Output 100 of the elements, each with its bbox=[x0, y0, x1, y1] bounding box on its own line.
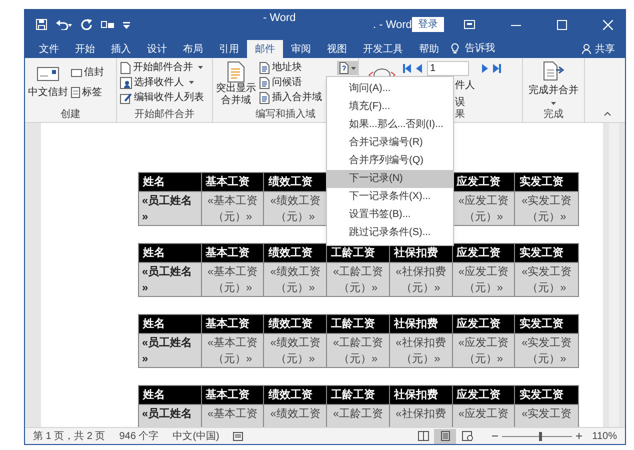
cell-text: «社保扣费 bbox=[396, 336, 446, 351]
ribbon-button[interactable]: 问候语 bbox=[272, 75, 302, 90]
menu-item[interactable]: 设置书签(B)... bbox=[327, 206, 453, 224]
table-header-cell: 实发工资 bbox=[515, 244, 578, 262]
menu-item[interactable]: 填充(F)... bbox=[327, 98, 453, 116]
cell-text: （元）» bbox=[213, 352, 252, 367]
ribbon-button[interactable]: 选择收件人 bbox=[134, 75, 184, 90]
ribbon-tab[interactable]: 设计 bbox=[139, 40, 175, 58]
ribbon-button[interactable]: 插入合并域 bbox=[272, 90, 322, 105]
redo-icon[interactable] bbox=[81, 19, 92, 30]
last-record-icon[interactable] bbox=[493, 64, 501, 73]
ribbon-display-icon[interactable] bbox=[464, 20, 475, 29]
caret-icon[interactable] bbox=[198, 66, 203, 69]
ribbon-tab[interactable]: 帮助 bbox=[411, 40, 447, 58]
page-count[interactable]: 第 1 页，共 2 页 bbox=[33, 428, 106, 444]
envelope-icon[interactable] bbox=[71, 68, 82, 76]
cell-text: （元）» bbox=[527, 281, 566, 296]
document-icon[interactable] bbox=[259, 92, 270, 104]
language[interactable]: 中文(中国) bbox=[172, 428, 220, 444]
table-header-cell: 绩效工资 bbox=[264, 386, 326, 404]
cell-text: （元）» bbox=[464, 352, 504, 367]
menu-item[interactable]: 询问(A)... bbox=[327, 80, 453, 98]
zoom-out-icon[interactable] bbox=[492, 433, 498, 439]
document-icon[interactable] bbox=[226, 61, 246, 83]
edit-list-icon[interactable] bbox=[120, 92, 132, 104]
menu-item[interactable]: 下一记录条件(X)... bbox=[327, 188, 453, 206]
ribbon-button[interactable]: 开始邮件合并 bbox=[133, 60, 193, 75]
ribbon-button[interactable]: 误 bbox=[455, 95, 501, 110]
view-button[interactable] bbox=[434, 428, 456, 444]
scroll-bar[interactable] bbox=[609, 123, 619, 427]
sign-in-button[interactable]: 登录 bbox=[412, 17, 444, 32]
collapse-ribbon-icon[interactable] bbox=[604, 112, 611, 116]
web-layout-icon[interactable] bbox=[462, 431, 473, 441]
undo-icon[interactable] bbox=[56, 19, 72, 30]
first-record-icon[interactable] bbox=[403, 64, 411, 73]
caret-icon[interactable] bbox=[189, 81, 194, 84]
cell-text: （元）» bbox=[213, 210, 252, 225]
ribbon-tab[interactable]: 审阅 bbox=[283, 40, 319, 58]
cell-text: （元）» bbox=[464, 281, 504, 296]
cell-text: «员工姓名 bbox=[142, 336, 192, 351]
rules-button[interactable] bbox=[337, 61, 358, 75]
ribbon-button[interactable]: 标签 bbox=[82, 85, 102, 100]
cell-text: «社保扣费 bbox=[396, 265, 446, 280]
zoom-level[interactable]: 110% bbox=[592, 428, 617, 444]
record-number-field[interactable]: 1 bbox=[427, 61, 469, 76]
word-count[interactable]: 946 个字 bbox=[119, 428, 159, 444]
cell-text: «社保扣费 bbox=[396, 407, 446, 422]
lightbulb-icon[interactable] bbox=[451, 43, 459, 54]
menu-item[interactable]: 如果...那么...否则(I)... bbox=[327, 116, 453, 134]
label-icon[interactable] bbox=[71, 87, 80, 98]
envelope-button[interactable]: 中文信封 bbox=[28, 85, 68, 100]
table-header-cell: 基本工资 bbox=[202, 315, 264, 333]
menu-item[interactable]: 合并记录编号(R) bbox=[327, 134, 453, 152]
ribbon-button[interactable]: 编辑收件人列表 bbox=[134, 90, 204, 105]
customize-icon[interactable] bbox=[123, 20, 130, 28]
tell-me-field[interactable]: 告诉我 bbox=[465, 40, 495, 58]
ribbon-tab[interactable]: 邮件 bbox=[247, 40, 283, 58]
touch-mode-icon[interactable] bbox=[101, 20, 114, 28]
macro-record-icon[interactable] bbox=[233, 431, 244, 441]
table-header-cell: 姓名 bbox=[139, 173, 201, 191]
cell-text: «绩效工资 bbox=[270, 336, 320, 351]
previous-record-icon[interactable] bbox=[416, 64, 422, 73]
person-icon[interactable] bbox=[582, 44, 592, 54]
document-arrow-icon[interactable] bbox=[542, 61, 564, 81]
next-record-icon[interactable] bbox=[482, 64, 488, 73]
close-icon[interactable] bbox=[603, 20, 613, 30]
ribbon-tab[interactable]: 开始 bbox=[67, 40, 103, 58]
people-icon[interactable] bbox=[120, 76, 132, 88]
ribbon-tab[interactable]: 文件 bbox=[31, 40, 67, 58]
cell-text: «绩效工资 bbox=[270, 265, 320, 280]
cell-text: «实发工资 bbox=[522, 336, 572, 351]
ribbon-tab[interactable]: 开发工具 bbox=[355, 40, 411, 58]
ribbon-tab[interactable]: 布局 bbox=[175, 40, 211, 58]
caret-icon[interactable] bbox=[351, 66, 356, 70]
ribbon-tab[interactable]: 引用 bbox=[211, 40, 247, 58]
ribbon-button[interactable]: 信封 bbox=[84, 65, 104, 80]
table-header-cell: 绩效工资 bbox=[264, 173, 326, 191]
highlight-fields-button[interactable]: 突出显示 合并域 bbox=[216, 83, 256, 107]
slider-thumb[interactable] bbox=[539, 432, 542, 440]
maximize-icon[interactable] bbox=[557, 20, 567, 30]
share-button[interactable]: 共享 bbox=[595, 42, 615, 56]
envelope-icon[interactable] bbox=[37, 67, 59, 81]
document-icon[interactable] bbox=[259, 62, 270, 74]
ribbon-tab[interactable]: 视图 bbox=[319, 40, 355, 58]
menu-item[interactable]: 跳过记录条件(S)... bbox=[327, 224, 453, 242]
finish-merge-button[interactable]: 完成并合并 bbox=[528, 83, 578, 98]
print-layout-icon[interactable] bbox=[440, 431, 451, 441]
table-header-cell: 应发工资 bbox=[452, 173, 514, 191]
menu-item[interactable]: 下一记录(N) bbox=[327, 170, 453, 188]
ribbon-tab[interactable]: 插入 bbox=[103, 40, 139, 58]
question-document-icon[interactable] bbox=[339, 62, 349, 74]
document-icon[interactable] bbox=[259, 76, 270, 88]
menu-item[interactable]: 合并序列编号(Q) bbox=[327, 152, 453, 170]
ribbon-button[interactable]: 件人 bbox=[455, 78, 501, 93]
caret-icon[interactable] bbox=[551, 102, 556, 105]
ribbon-button[interactable]: 地址块 bbox=[272, 60, 302, 75]
save-icon[interactable] bbox=[36, 19, 47, 30]
zoom-in-icon[interactable] bbox=[576, 433, 582, 439]
read-mode-icon[interactable] bbox=[418, 431, 429, 441]
document-icon[interactable] bbox=[120, 62, 131, 74]
